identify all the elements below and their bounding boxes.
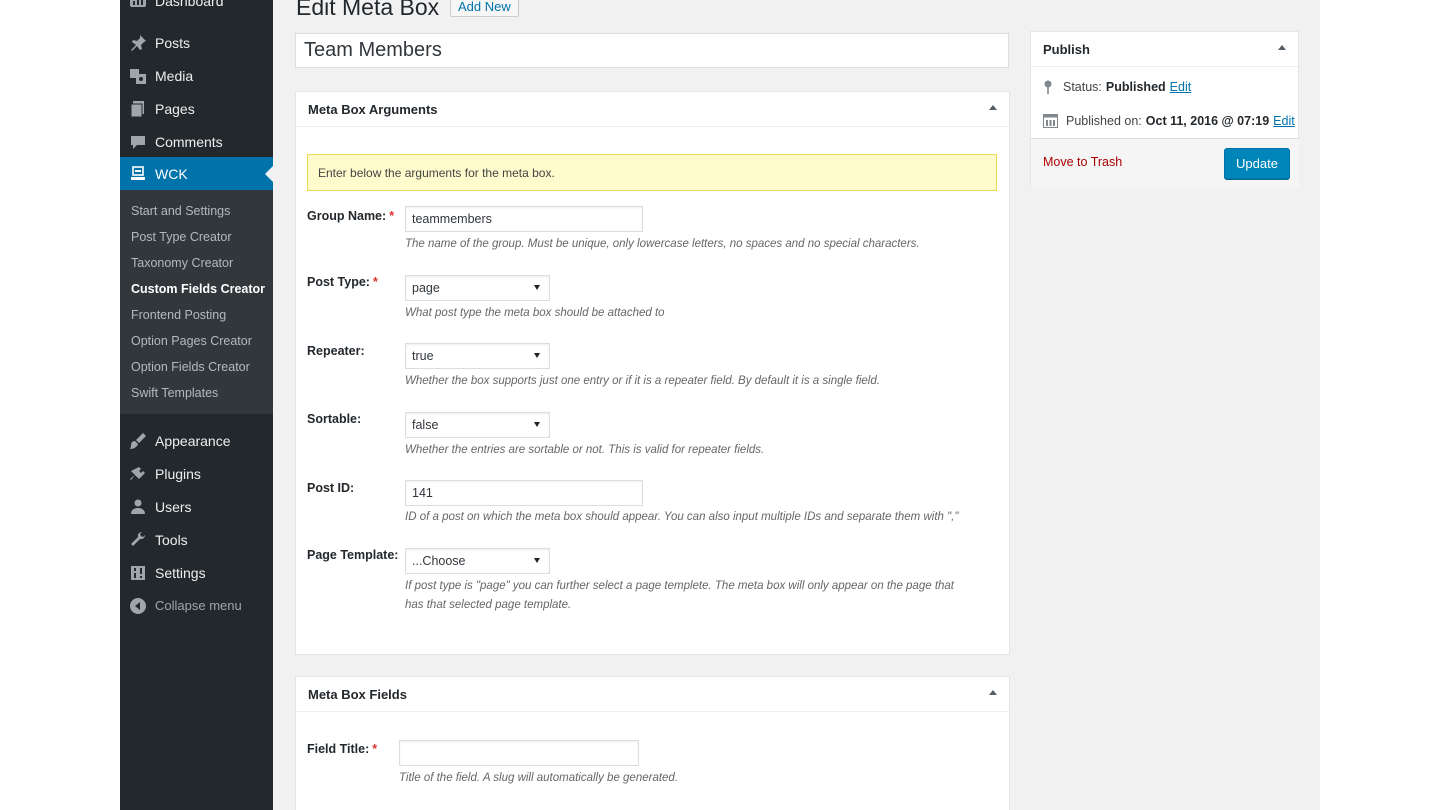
post-title-input[interactable]: [295, 33, 1009, 68]
page-template-label: Page Template:: [307, 548, 399, 562]
publish-actions: Move to Trash Update: [1031, 138, 1299, 189]
collapse-icon: [128, 597, 148, 615]
menu-item-appearance[interactable]: Appearance: [120, 424, 273, 457]
submenu-item-start-settings[interactable]: Start and Settings: [131, 204, 230, 218]
repeater-description: Whether the box supports just one entry …: [405, 375, 880, 387]
plugins-icon: [128, 465, 148, 483]
settings-icon: [128, 564, 148, 582]
page-template-select[interactable]: ...Choose: [405, 548, 550, 574]
pages-icon: [128, 100, 148, 118]
submenu-item-option-fields-creator[interactable]: Option Fields Creator: [131, 360, 250, 374]
field-title-description: Title of the field. A slug will automati…: [399, 772, 679, 784]
publish-box: Publish Status: Published Edit Published…: [1030, 31, 1299, 189]
update-button[interactable]: Update: [1224, 148, 1290, 179]
menu-item-plugins[interactable]: Plugins: [120, 457, 273, 490]
post-type-description: What post type the meta box should be at…: [405, 307, 665, 319]
menu-item-wck[interactable]: WCK: [120, 157, 273, 190]
appearance-icon: [128, 432, 148, 450]
edit-status-link[interactable]: Edit: [1170, 80, 1192, 94]
field-title-input[interactable]: [399, 740, 639, 766]
submenu-item-taxonomy-creator[interactable]: Taxonomy Creator: [131, 256, 233, 270]
page-title: Edit Meta Box: [296, 0, 440, 20]
group-name-label: Group Name: *: [307, 209, 395, 223]
collapse-arrow-icon[interactable]: [1278, 45, 1286, 50]
tools-icon: [128, 531, 148, 549]
meta-box-fields-header[interactable]: Meta Box Fields: [296, 677, 1009, 712]
menu-item-posts[interactable]: Posts: [120, 26, 273, 59]
menu-item-media[interactable]: Media: [120, 59, 273, 92]
sortable-select[interactable]: false: [405, 412, 550, 438]
field-title-label: Field Title: *: [307, 742, 378, 756]
group-name-input[interactable]: [405, 206, 643, 232]
pin-icon: [128, 34, 148, 52]
page: Dashboard Posts Media Pages Comments WCK…: [120, 0, 1320, 810]
dashboard-icon: [128, 0, 148, 10]
collapse-menu-button[interactable]: Collapse menu: [120, 589, 273, 622]
collapse-arrow-icon[interactable]: [989, 690, 997, 695]
sortable-label: Sortable:: [307, 412, 362, 426]
publish-status: Status: Published Edit: [1043, 80, 1191, 94]
post-type-label: Post Type: *: [307, 275, 378, 289]
menu-item-comments[interactable]: Comments: [120, 125, 273, 158]
meta-box-arguments: Meta Box Arguments Enter below the argum…: [295, 91, 1010, 655]
submenu-item-swift-templates[interactable]: Swift Templates: [131, 386, 218, 400]
menu-item-pages[interactable]: Pages: [120, 92, 273, 125]
wck-submenu: Start and Settings Post Type Creator Tax…: [120, 190, 273, 414]
publish-header[interactable]: Publish: [1031, 32, 1298, 67]
pin-icon: [1043, 80, 1057, 94]
chevron-down-icon: [534, 558, 540, 563]
chevron-down-icon: [534, 353, 540, 358]
media-icon: [128, 67, 148, 85]
sortable-description: Whether the entries are sortable or not.…: [405, 444, 765, 456]
chevron-down-icon: [534, 285, 540, 290]
publish-date: Published on: Oct 11, 2016 @ 07:19 Edit: [1043, 113, 1295, 128]
wck-icon: [128, 165, 148, 183]
submenu-item-option-pages-creator[interactable]: Option Pages Creator: [131, 334, 252, 348]
repeater-label: Repeater:: [307, 344, 365, 358]
group-name-description: The name of the group. Must be unique, o…: [405, 238, 920, 250]
menu-item-settings[interactable]: Settings: [120, 556, 273, 589]
menu-item-users[interactable]: Users: [120, 490, 273, 523]
chevron-down-icon: [534, 422, 540, 427]
admin-menu: Dashboard Posts Media Pages Comments WCK…: [120, 0, 273, 810]
users-icon: [128, 498, 148, 516]
menu-item-tools[interactable]: Tools: [120, 523, 273, 556]
menu-item-dashboard[interactable]: Dashboard: [120, 0, 273, 17]
move-to-trash-link[interactable]: Move to Trash: [1043, 155, 1122, 169]
meta-box-fields: Meta Box Fields Field Title: * Title of t…: [295, 676, 1010, 810]
post-id-label: Post ID:: [307, 481, 355, 495]
post-id-description: ID of a post on which the meta box shoul…: [405, 511, 959, 523]
post-id-input[interactable]: [405, 480, 643, 506]
post-type-select[interactable]: page: [405, 275, 550, 301]
meta-box-arguments-header[interactable]: Meta Box Arguments: [296, 92, 1009, 127]
arguments-notice: Enter below the arguments for the meta b…: [307, 154, 997, 191]
comments-icon: [128, 133, 148, 151]
calendar-icon: [1043, 113, 1061, 128]
collapse-arrow-icon[interactable]: [989, 105, 997, 110]
submenu-item-post-type-creator[interactable]: Post Type Creator: [131, 230, 232, 244]
submenu-item-custom-fields-creator[interactable]: Custom Fields Creator: [131, 282, 265, 296]
edit-date-link[interactable]: Edit: [1273, 114, 1295, 128]
page-template-description-line2: has that selected page template.: [405, 599, 572, 611]
repeater-select[interactable]: true: [405, 343, 550, 369]
page-template-description-line1: If post type is "page" you can further s…: [405, 580, 954, 592]
add-new-button[interactable]: Add New: [450, 0, 519, 17]
submenu-item-frontend-posting[interactable]: Frontend Posting: [131, 308, 226, 322]
